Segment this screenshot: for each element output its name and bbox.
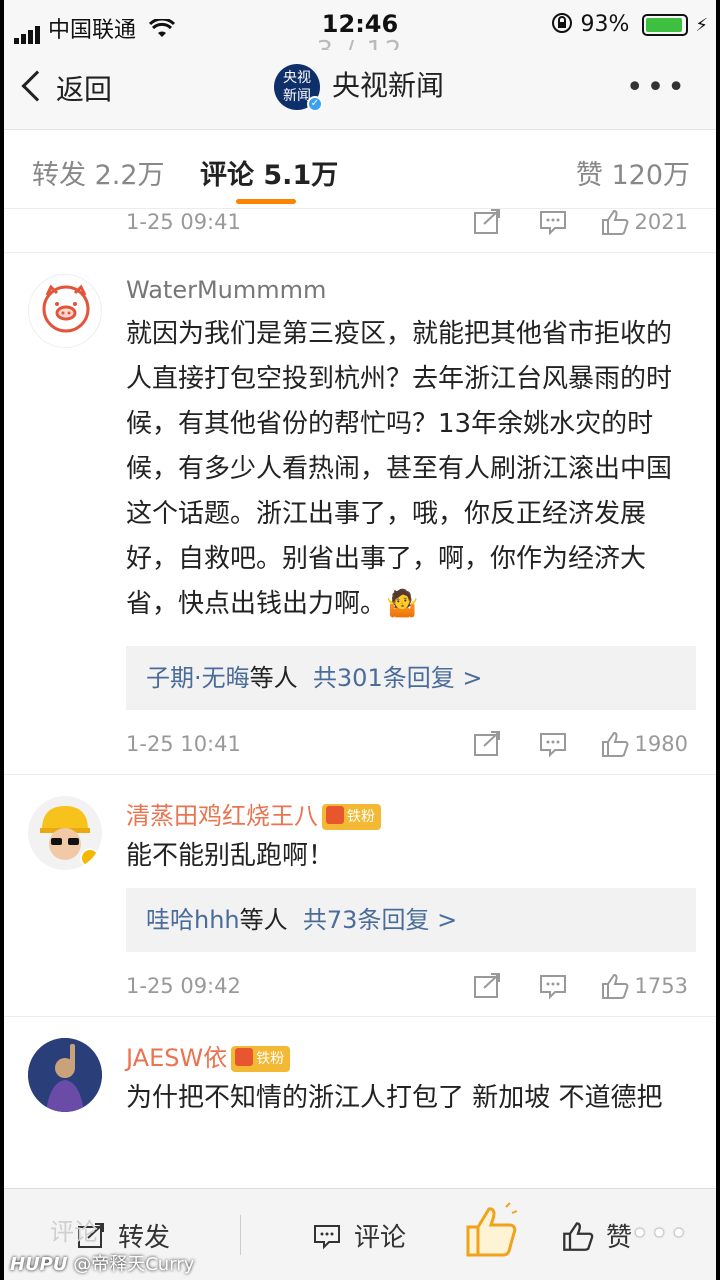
comment-text: 能不能别乱跑啊！ [126, 841, 335, 871]
page-title: 央视新闻 [332, 69, 445, 102]
divider [4, 1016, 716, 1017]
tab-bar: 转发 2.2万 评论 5.1万 赞 120万 [4, 131, 716, 209]
like-label: 赞 [606, 1223, 633, 1253]
fan-badge: 铁粉 [322, 804, 381, 830]
avatar[interactable] [28, 1038, 102, 1112]
watermark-user: @帝释天Curry [73, 1254, 195, 1275]
ghost-label: 评论 [50, 1218, 98, 1246]
share-icon[interactable] [472, 972, 502, 1000]
like-button[interactable]: 赞 [560, 1217, 632, 1254]
back-button[interactable]: 返回 [21, 68, 113, 108]
battery-percent: 93% [580, 12, 630, 37]
like-icon[interactable] [600, 972, 630, 1000]
logo-text-top: 央视 [283, 70, 311, 86]
username-label: JAESW依 [126, 1044, 228, 1072]
tab-likes[interactable]: 赞 120万 [576, 153, 690, 192]
account-title[interactable]: 央视 新闻 ✓ 央视新闻 [274, 64, 445, 112]
comment-username[interactable]: 清蒸田鸡红烧王八 铁粉 [126, 796, 381, 831]
battery-icon [642, 14, 689, 36]
comment-button[interactable]: 评论 [312, 1217, 406, 1254]
crown-icon [235, 1048, 254, 1066]
comment-meta: 1-25 10:41 1980 [126, 726, 696, 766]
like-count: 1980 [634, 732, 688, 756]
comment-meta: 1-25 09:42 1753 [126, 968, 696, 1008]
badge-label: 铁粉 [347, 809, 375, 825]
like-count: 1753 [634, 974, 688, 998]
charging-icon: ⚡ [695, 15, 708, 36]
battery-status: 93% ⚡ [551, 12, 708, 37]
app-screen: 中国联通 12:46 93% ⚡ 3 / 12 返回 央视新闻✓ 央视新闻 •••… [4, 0, 716, 1280]
comment-label: 评论 [354, 1223, 407, 1253]
divider [4, 774, 716, 775]
comment-username[interactable]: WaterMummmm [126, 276, 326, 304]
avatar[interactable] [28, 796, 102, 870]
reply-connector: 等人 [239, 906, 288, 934]
tab-comments[interactable]: 评论 5.1万 [200, 153, 338, 192]
reply-preview[interactable]: 哇哈hhh等人 共73条回复 > [126, 888, 696, 952]
comment-icon[interactable] [538, 972, 568, 1000]
comment-text: 为什把不知情的浙江人打包了 新加坡 不道德把 [126, 1083, 663, 1113]
reply-count: 共73条回复 > [302, 906, 458, 934]
rotation-lock-icon [552, 13, 573, 33]
nav-bar: 返回 央视 新闻 ✓ 央视新闻 ••• [4, 50, 716, 130]
verified-icon [80, 848, 100, 868]
more-options-button[interactable]: ••• [626, 70, 688, 105]
comment-icon[interactable] [538, 208, 568, 236]
verified-icon: ✓ [307, 96, 323, 112]
like-icon[interactable] [600, 208, 630, 236]
more-options-button[interactable]: ••• [631, 1217, 690, 1250]
like-icon [563, 1222, 594, 1251]
watermark: HUPU @帝释天Curry [10, 1250, 194, 1276]
player-avatar-icon [28, 1038, 102, 1112]
share-icon[interactable] [472, 730, 502, 758]
back-label: 返回 [56, 73, 113, 106]
back-chevron-icon [21, 70, 53, 102]
comment-text: 就因为我们是第三疫区，就能把其他省市拒收的人直接打包空投到杭州？去年浙江台风暴雨… [126, 319, 673, 619]
repost-label: 转发 [118, 1223, 171, 1253]
comment-meta: 1-25 09:41 2021 [126, 204, 696, 244]
share-icon[interactable] [472, 208, 502, 236]
username-label: 清蒸田鸡红烧王八 [126, 802, 318, 830]
comment-icon[interactable] [538, 730, 568, 758]
reply-connector: 等人 [249, 664, 298, 692]
like-icon[interactable] [600, 730, 630, 758]
account-avatar: 央视 新闻 ✓ [274, 64, 323, 112]
comment-timestamp: 1-25 09:41 [126, 210, 241, 234]
watermark-brand: HUPU [10, 1254, 68, 1275]
tab-repost[interactable]: 转发 2.2万 [32, 153, 165, 192]
badge-label: 铁粉 [256, 1051, 285, 1067]
reply-author: 子期·无晦 [146, 664, 250, 692]
comment-timestamp: 1-25 10:41 [126, 732, 241, 756]
reply-preview[interactable]: 子期·无晦等人 共301条回复 > [126, 646, 696, 710]
crown-icon [326, 806, 344, 824]
comment-icon [314, 1225, 340, 1250]
separator [240, 1215, 241, 1255]
like-count: 2021 [634, 210, 688, 234]
pig-avatar-icon [42, 284, 90, 333]
fan-badge: 铁粉 [231, 1046, 291, 1072]
reply-count: 共301条回复 > [312, 664, 483, 692]
divider [4, 252, 716, 253]
like-animation-icon [466, 1202, 518, 1257]
reply-author: 哇哈hhh [146, 906, 240, 934]
comment-username[interactable]: JAESW依 铁粉 [126, 1038, 291, 1073]
avatar[interactable] [28, 274, 102, 348]
comment-timestamp: 1-25 09:42 [126, 974, 241, 998]
status-bar: 中国联通 12:46 93% ⚡ 3 / 12 [4, 0, 716, 66]
